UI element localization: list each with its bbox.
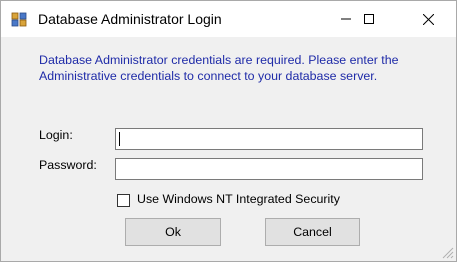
maximize-button[interactable] bbox=[346, 1, 392, 37]
close-button[interactable] bbox=[405, 1, 451, 37]
login-label: Login: bbox=[39, 128, 73, 142]
ok-button[interactable]: Ok bbox=[125, 218, 221, 246]
instructions-text: Database Administrator credentials are r… bbox=[39, 53, 399, 83]
database-app-icon bbox=[11, 11, 27, 27]
password-label: Password: bbox=[39, 158, 97, 172]
integrated-security-checkbox[interactable] bbox=[117, 194, 130, 207]
resize-grip-icon[interactable] bbox=[440, 245, 454, 259]
cancel-button[interactable]: Cancel bbox=[265, 218, 360, 246]
maximize-icon bbox=[364, 14, 374, 24]
login-input[interactable] bbox=[115, 128, 423, 150]
text-caret bbox=[119, 132, 120, 146]
close-icon bbox=[422, 13, 434, 25]
login-dialog: Database Administrator Login Database Ad… bbox=[0, 0, 457, 262]
window-title: Database Administrator Login bbox=[38, 11, 222, 27]
title-bar[interactable]: Database Administrator Login bbox=[1, 1, 456, 37]
integrated-security-label[interactable]: Use Windows NT Integrated Security bbox=[137, 192, 340, 206]
password-input[interactable] bbox=[115, 158, 423, 180]
